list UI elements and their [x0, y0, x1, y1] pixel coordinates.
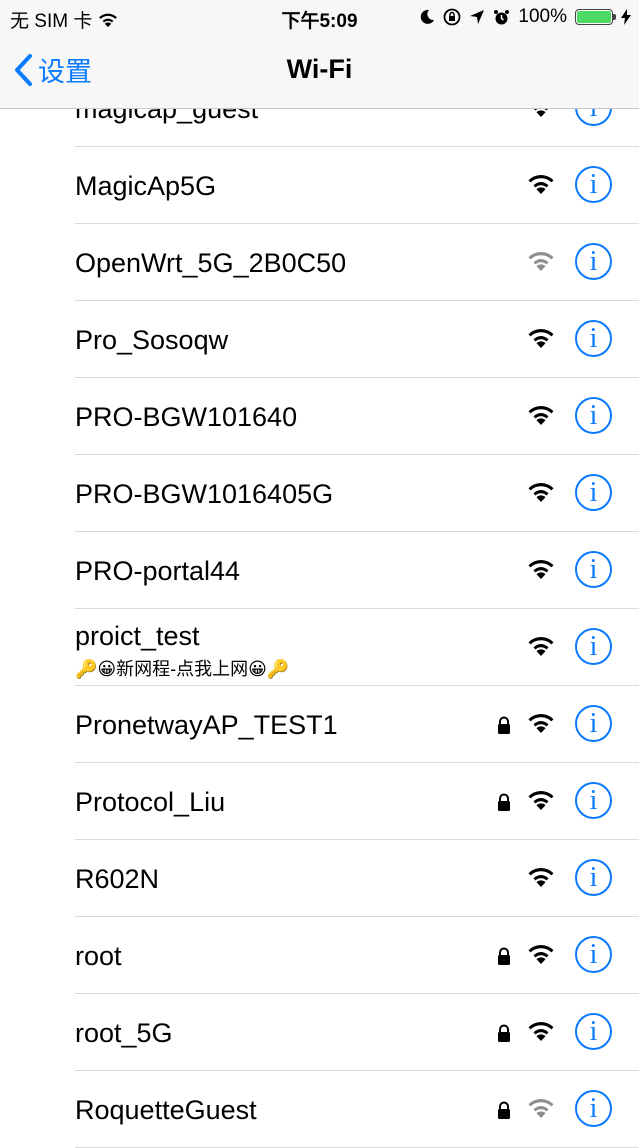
wifi-signal-icon: [528, 1022, 554, 1041]
info-button[interactable]: i: [575, 1013, 612, 1050]
network-row[interactable]: PronetwayAP_TEST1 i: [0, 686, 639, 763]
network-row[interactable]: Protocol_Liu i: [0, 763, 639, 840]
wifi-signal-icon: [528, 945, 554, 964]
wifi-signal-icon: [528, 560, 554, 579]
lock-icon: [498, 1024, 510, 1042]
lock-icon: [498, 1101, 510, 1119]
status-bar: 无 SIM 卡 下午5:09 100%: [0, 0, 639, 36]
network-row[interactable]: PRO-BGW101640 i: [0, 378, 639, 455]
network-row[interactable]: PRO-BGW1016405G i: [0, 455, 639, 532]
wifi-signal-icon: [528, 252, 554, 271]
network-name: R602N: [75, 864, 160, 894]
moon-icon: [421, 9, 435, 24]
navigation-bar: 设置 Wi-Fi: [0, 36, 639, 109]
info-button[interactable]: i: [575, 705, 612, 742]
network-name: root_5G: [75, 1018, 173, 1048]
rotation-lock-icon: [443, 8, 461, 26]
network-row[interactable]: root_5G i: [0, 994, 639, 1071]
network-row[interactable]: PRO-portal44 i: [0, 532, 639, 609]
network-row[interactable]: RoquetteGuest i: [0, 1071, 639, 1148]
network-row[interactable]: Pro_Sosoqw i: [0, 301, 639, 378]
wifi-signal-icon: [528, 406, 554, 425]
wifi-signal-icon: [528, 868, 554, 887]
network-name: root: [75, 941, 122, 971]
network-name: proict_test: [75, 621, 200, 651]
wifi-signal-icon: [528, 175, 554, 194]
info-button[interactable]: i: [575, 551, 612, 588]
wifi-signal-icon: [528, 483, 554, 502]
info-button[interactable]: i: [575, 320, 612, 357]
network-row[interactable]: proict_test 🔑😀新网程-点我上网😀🔑 i: [0, 609, 639, 686]
status-right: 100%: [419, 6, 631, 28]
network-subtitle: 🔑😀新网程-点我上网😀🔑: [75, 659, 290, 679]
battery-icon: [575, 9, 616, 25]
network-name: RoquetteGuest: [75, 1095, 257, 1125]
network-row[interactable]: root i: [0, 917, 639, 994]
network-row[interactable]: MagicAp5G i: [0, 147, 639, 224]
network-name: MagicAp5G: [75, 171, 217, 201]
info-button[interactable]: i: [575, 628, 612, 665]
lock-icon: [498, 947, 510, 965]
page-title: Wi-Fi: [286, 54, 353, 84]
network-list[interactable]: magicap_guestiMagicAp5GiOpenWrt_5G_2B0C5…: [0, 70, 639, 1148]
battery-level: [577, 11, 611, 23]
network-name: PRO-BGW1016405G: [75, 479, 334, 509]
wifi-signal-icon: [528, 1099, 554, 1118]
lock-icon: [498, 793, 510, 811]
network-name: PronetwayAP_TEST1: [75, 710, 338, 740]
wifi-signal-icon: [528, 791, 554, 810]
info-button[interactable]: i: [575, 859, 612, 896]
network-row[interactable]: R602N i: [0, 840, 639, 917]
info-button[interactable]: i: [575, 243, 612, 280]
info-button[interactable]: i: [575, 936, 612, 973]
wifi-signal-icon: [528, 329, 554, 348]
network-name: PRO-portal44: [75, 556, 241, 586]
network-name: Pro_Sosoqw: [75, 325, 229, 355]
info-button[interactable]: i: [575, 166, 612, 203]
charging-icon: [621, 9, 631, 25]
network-name: OpenWrt_5G_2B0C50: [75, 248, 347, 278]
lock-icon: [498, 716, 510, 734]
wifi-signal-icon: [528, 637, 554, 656]
battery-percent: 100%: [518, 6, 567, 27]
info-button[interactable]: i: [575, 474, 612, 511]
network-row[interactable]: OpenWrt_5G_2B0C50 i: [0, 224, 639, 301]
location-icon: [470, 10, 485, 24]
network-name: PRO-BGW101640: [75, 402, 298, 432]
wifi-signal-icon: [528, 714, 554, 733]
info-button[interactable]: i: [575, 1090, 612, 1127]
alarm-icon: [494, 9, 510, 24]
info-button[interactable]: i: [575, 782, 612, 819]
network-name: Protocol_Liu: [75, 787, 226, 817]
info-button[interactable]: i: [575, 397, 612, 434]
